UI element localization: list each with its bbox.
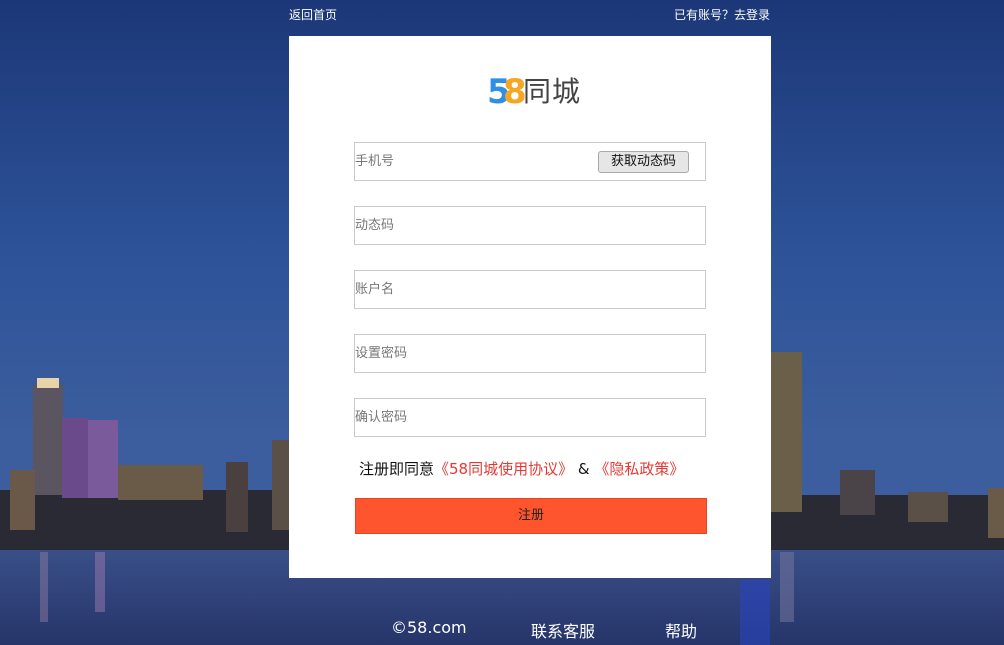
back-home-label[interactable]: 返回首页 (289, 8, 337, 22)
sms-code-field (354, 206, 706, 245)
register-card: 5 8 同城 获取动态码 注册即同意《58同城使用协议》 & 《隐私政策》 注册 (289, 36, 771, 578)
password-input[interactable] (355, 335, 595, 372)
agreement-text: 注册即同意《58同城使用协议》 & 《隐私政策》 (359, 458, 684, 479)
help-link[interactable]: 帮助 (665, 618, 697, 642)
password-field (354, 334, 706, 373)
sms-code-input[interactable] (355, 207, 595, 244)
account-name-input[interactable] (355, 271, 595, 308)
contact-service-link[interactable]: 联系客服 (531, 618, 595, 642)
agreement-ampersand: & (577, 460, 590, 478)
account-name-field (354, 270, 706, 309)
confirm-password-field (354, 398, 706, 437)
logo-58: 5 8 同城 (487, 74, 587, 110)
privacy-policy-link[interactable]: 《隐私政策》 (594, 460, 684, 478)
phone-input[interactable] (355, 143, 595, 180)
copyright-text: ©58.com (391, 618, 467, 637)
phone-field: 获取动态码 (354, 142, 706, 181)
back-home-link[interactable]: 返回首页 (289, 6, 337, 23)
login-link[interactable]: 已有账号？去登录 (674, 6, 770, 23)
login-label[interactable]: 已有账号？去登录 (674, 8, 770, 22)
user-agreement-link[interactable]: 《58同城使用协议》 (434, 460, 573, 478)
agreement-prefix: 注册即同意 (359, 460, 435, 478)
register-button[interactable]: 注册 (355, 498, 707, 534)
get-sms-code-button[interactable]: 获取动态码 (598, 151, 689, 173)
logo-text: 同城 (523, 75, 582, 108)
confirm-password-input[interactable] (355, 399, 595, 436)
